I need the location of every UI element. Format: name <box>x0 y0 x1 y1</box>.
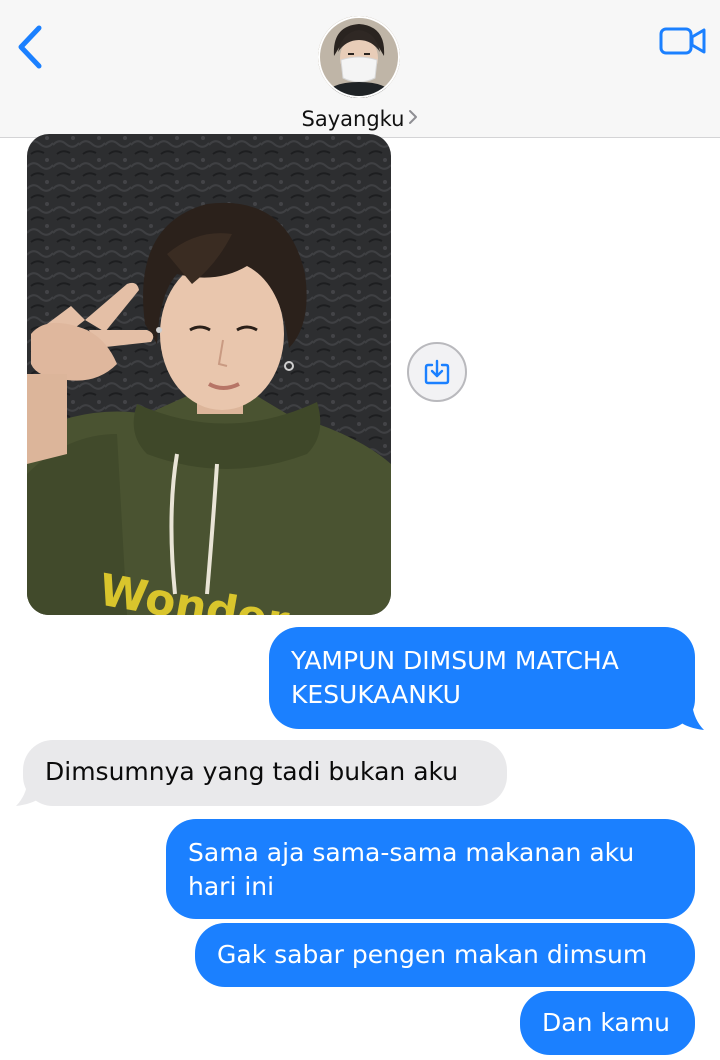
outgoing-message-bubble[interactable]: YAMPUN DIMSUM MATCHA KESUKAANKU <box>269 627 695 729</box>
contact-name: Sayangku <box>301 107 405 131</box>
selfie-photo: Wonder <box>27 134 391 615</box>
message-text: Dan kamu <box>542 1008 670 1037</box>
outgoing-bubble-tail <box>676 704 704 730</box>
message-text: Gak sabar pengen makan dimsum <box>217 940 648 969</box>
contact-name-button[interactable]: Sayangku <box>0 106 720 131</box>
message-text: Sama aja sama-sama makanan aku hari ini <box>188 838 635 901</box>
message-text: Dimsumnya yang tadi bukan aku <box>45 757 459 786</box>
outgoing-message-bubble[interactable]: Gak sabar pengen makan dimsum <box>195 923 695 987</box>
conversation-header: Sayangku <box>0 0 720 138</box>
download-tray-icon <box>424 359 450 385</box>
contact-avatar[interactable] <box>318 16 400 98</box>
incoming-bubble-tail <box>16 780 44 806</box>
outgoing-message-bubble[interactable]: Sama aja sama-sama makanan aku hari ini <box>166 819 695 919</box>
outgoing-message-bubble[interactable]: Dan kamu <box>520 991 695 1055</box>
chevron-left-icon <box>18 25 42 69</box>
photo-message[interactable]: Wonder <box>27 134 391 615</box>
save-to-photos-button[interactable] <box>407 342 467 402</box>
video-camera-icon <box>659 27 706 55</box>
facetime-video-button[interactable] <box>658 24 708 58</box>
incoming-message-bubble[interactable]: Dimsumnya yang tadi bukan aku <box>23 740 507 806</box>
avatar-photo <box>318 16 400 98</box>
chevron-right-icon <box>408 106 418 130</box>
back-button[interactable] <box>12 22 48 72</box>
message-text: YAMPUN DIMSUM MATCHA KESUKAANKU <box>291 646 619 709</box>
